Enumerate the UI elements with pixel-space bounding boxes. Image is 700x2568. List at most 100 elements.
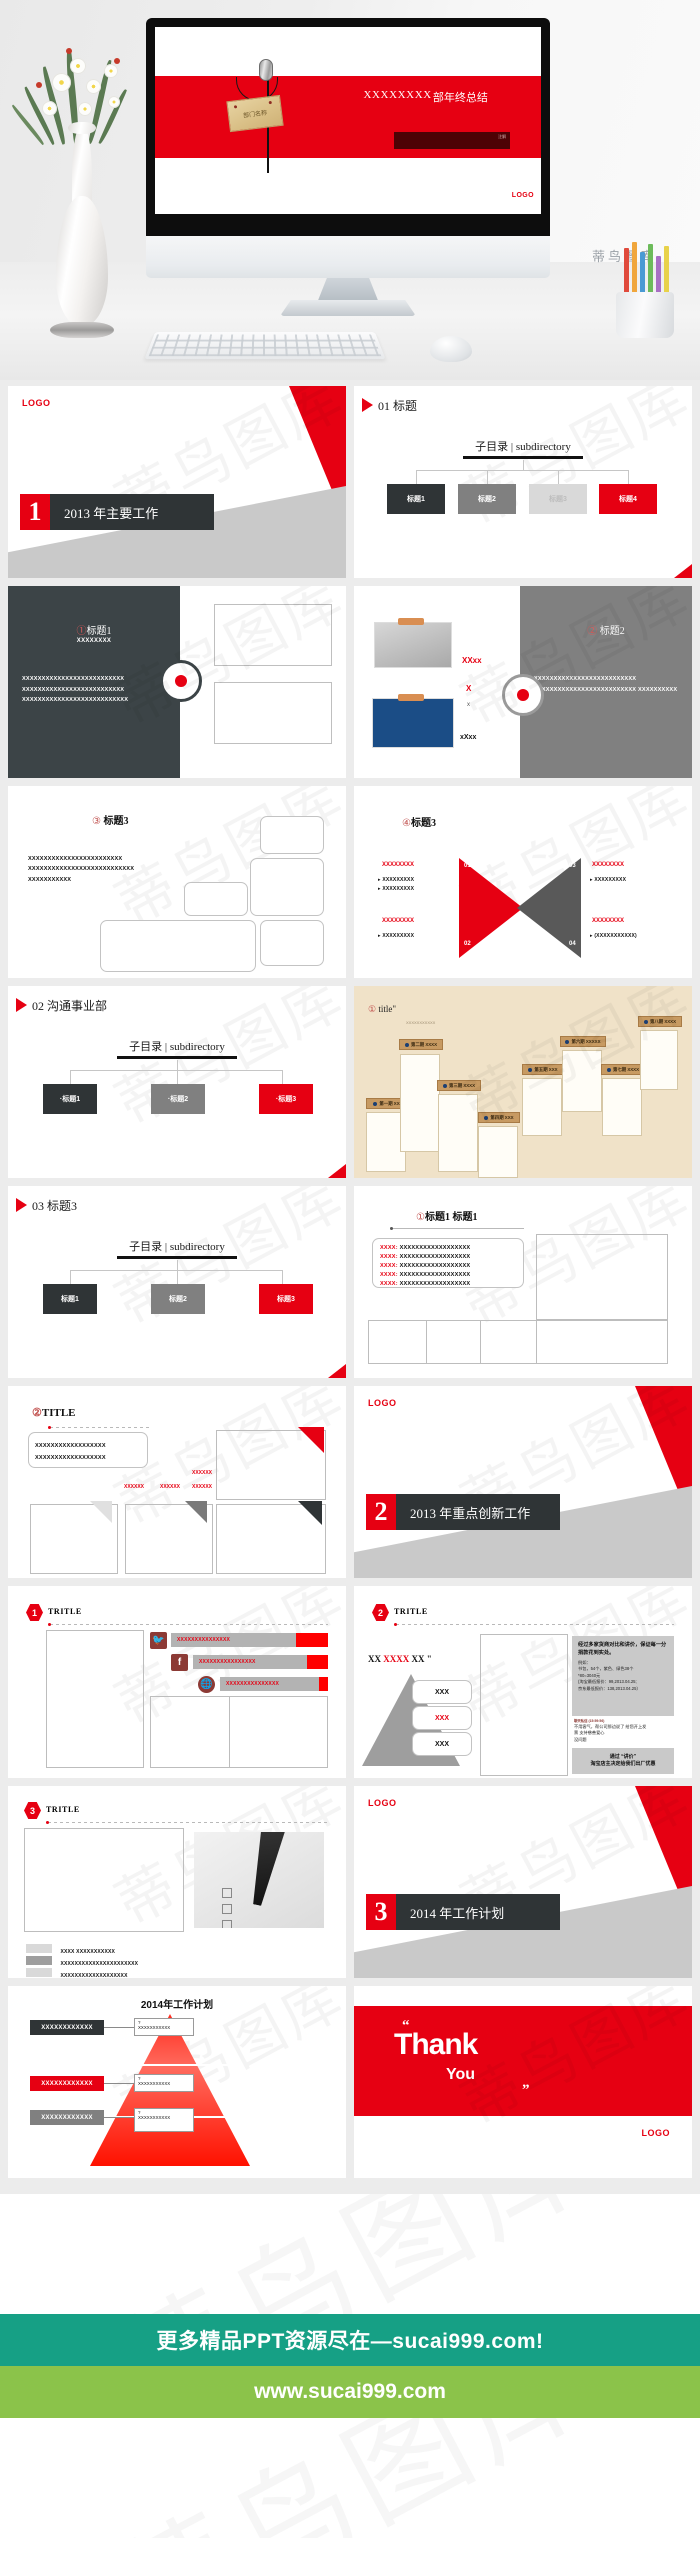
- image-placeholder[interactable]: [46, 1630, 144, 1768]
- plan-box-2[interactable]: ? XXXXXXXXXXX: [134, 2074, 194, 2092]
- timeline-card[interactable]: [640, 1030, 678, 1090]
- content-box[interactable]: [260, 920, 324, 966]
- cover-slide-preview: XXXXXXXX 部年终总结 注解 LOGO 部门名称: [155, 27, 541, 214]
- slide-pen-checklist[interactable]: 蒂鸟图库 3 TRITLE XXXX XXXXXXXXXXX XXXXXXXXX…: [8, 1786, 346, 1978]
- timeline-label-3: 第三期 XXXX: [437, 1080, 481, 1091]
- cover-number: 2: [366, 1494, 396, 1530]
- info-panel-lines: 例如： 书包，54个，紫色、绿色38个 *80=3040元 (淘宝最低报价：99…: [578, 1659, 641, 1691]
- label-mid: X: [466, 684, 472, 693]
- cover-number: 1: [20, 494, 50, 530]
- cover-number: 3: [366, 1894, 396, 1930]
- hero-logo: LOGO: [511, 192, 534, 200]
- pyramid-step-1[interactable]: XXX: [412, 1680, 472, 1704]
- slide-pyramid-plan[interactable]: 蒂鸟图库 2014年工作计划 XXXXXXXXXXXX XXXXXXXXXXXX…: [8, 1986, 346, 2178]
- slide-row: 蒂鸟图库 3 TRITLE XXXX XXXXXXXXXXX XXXXXXXXX…: [8, 1786, 692, 1978]
- banner-promo[interactable]: 更多精品PPT资源尽在—sucai999.com!: [0, 2314, 700, 2366]
- slide-bowtie[interactable]: 蒂鸟图库 ④标题3 01 02 03 04 XXXXXXXX ▸ XXXXXXX…: [354, 786, 692, 978]
- thumbnail-design[interactable]: [374, 622, 452, 668]
- timeline-card[interactable]: [602, 1078, 642, 1136]
- info-box[interactable]: XXXX: XXXXXXXXXXXXXXXXXX XXXX: XXXXXXXXX…: [372, 1238, 524, 1288]
- panel-subtitle: XXXXXXXX: [76, 638, 112, 644]
- tree-node-1[interactable]: ·标题1: [43, 1084, 97, 1114]
- image-placeholder[interactable]: [214, 604, 332, 666]
- panel-heading: ① title": [368, 1004, 396, 1015]
- slide-social[interactable]: 蒂鸟图库 1 TRITLE 🐦 XXXXXXXXXXXXXXX f XXXXXX…: [8, 1586, 346, 1778]
- image-placeholder[interactable]: [536, 1234, 668, 1320]
- ribbon-gray: [185, 1501, 207, 1523]
- slide-rounded-boxes[interactable]: 蒂鸟图库 ③ 标题3 XXXXXXXXXXXXXXXXXXXXXXXX XXXX…: [8, 786, 346, 978]
- slide-directory-02[interactable]: 蒂鸟图库 02 沟通事业部 子目录 | subdirectory ·标题1 ·标…: [8, 986, 346, 1178]
- step-number: 3: [24, 1802, 41, 1819]
- tree-node-3[interactable]: ·标题3: [259, 1084, 313, 1114]
- timeline-label-2: 第二期 XXXX: [399, 1039, 443, 1050]
- slide-directory-03[interactable]: 蒂鸟图库 03 标题3 子目录 | subdirectory 标题1 标题2 标…: [8, 1186, 346, 1378]
- title-rule: [117, 1056, 237, 1059]
- plan-label-2[interactable]: XXXXXXXXXXXX: [30, 2076, 104, 2091]
- tree-node-2[interactable]: 标题2: [458, 484, 516, 514]
- pyramid-step-2[interactable]: XXX: [412, 1706, 472, 1730]
- decorative-vase: [10, 40, 142, 340]
- banner-website[interactable]: www.sucai999.com: [0, 2366, 700, 2418]
- timeline-card[interactable]: [522, 1078, 562, 1136]
- timeline-card[interactable]: [438, 1094, 478, 1172]
- tree-node-1[interactable]: 标题1: [387, 484, 445, 514]
- tree-node-2[interactable]: ·标题2: [151, 1084, 205, 1114]
- slide-cover-3[interactable]: LOGO 蒂鸟图库 3 2014 年工作计划: [354, 1786, 692, 1978]
- content-box[interactable]: [250, 858, 324, 916]
- content-box[interactable]: [260, 816, 324, 854]
- timeline-label-6: 第六期 XXXXX: [560, 1036, 606, 1047]
- slide-row: 蒂鸟图库 ③ 标题3 XXXXXXXXXXXXXXXXXXXXXXXX XXXX…: [8, 786, 692, 978]
- slide-pyramid-detail[interactable]: 蒂鸟图库 2 TRITLE XX XXXX XX " XXX XXX XXX 经…: [354, 1586, 692, 1778]
- plan-label-3[interactable]: XXXXXXXXXXXX: [30, 2110, 104, 2125]
- slide-title-corners[interactable]: 蒂鸟图库 ②TITLE XXXXXXXXXXXXXXXXXXXXXXXXXXXX…: [8, 1386, 346, 1578]
- twitter-bird-icon[interactable]: 🐦: [150, 1632, 167, 1649]
- slide-table[interactable]: 蒂鸟图库 ①标题1 标题1 XXXX: XXXXXXXXXXXXXXXXXX X…: [354, 1186, 692, 1378]
- content-box[interactable]: [100, 920, 256, 972]
- bowtie-num-02: 02: [464, 941, 471, 947]
- chat-label: 聊天私信 (15:59:56): [574, 1719, 605, 1723]
- plan-box-1[interactable]: ? XXXXXXXXXXX: [134, 2018, 194, 2036]
- facebook-f-icon[interactable]: f: [171, 1654, 188, 1671]
- note-box[interactable]: XXXXXXXXXXXXXXXXXX XXXXXXXXXXXXXXXXXX: [28, 1432, 148, 1468]
- slide-gray-panel[interactable]: ② 标题2 XXXXXXXXXXXXXXXXXXXXXXXXXX XXXXXXX…: [354, 586, 692, 778]
- pyramid-step-3[interactable]: XXX: [412, 1732, 472, 1756]
- timeline-card[interactable]: [562, 1050, 602, 1112]
- image-placeholder[interactable]: [214, 682, 332, 744]
- tree-connector: [70, 1270, 71, 1284]
- title-rule: [117, 1256, 237, 1259]
- panel-heading-text: 标题1: [86, 626, 112, 637]
- monitor-base: [146, 236, 550, 278]
- tree-node-3[interactable]: 标题3: [529, 484, 587, 514]
- slide-thank-you[interactable]: “ Thank You ” LOGO 蒂鸟图库: [354, 1986, 692, 2178]
- image-placeholder[interactable]: [24, 1828, 184, 1932]
- image-placeholder[interactable]: [480, 1634, 568, 1776]
- panel-heading: ③ 标题3: [92, 812, 128, 827]
- watermark: 蒂鸟图库: [99, 986, 346, 1141]
- tree-node-3[interactable]: 标题3: [259, 1284, 313, 1314]
- data-table[interactable]: [368, 1320, 668, 1364]
- plan-label-1[interactable]: XXXXXXXXXXXX: [30, 2020, 104, 2035]
- thumbnail-ps[interactable]: [372, 698, 454, 748]
- tree-node-1[interactable]: 标题1: [43, 1284, 97, 1314]
- watermark: 蒂鸟图库: [445, 386, 692, 541]
- panel-body: XXXXXXXXXXXXXXXXXXXXXXXXXX XXXXXXXXXXXXX…: [22, 676, 129, 704]
- globe-icon[interactable]: 🌐: [198, 1676, 215, 1693]
- content-box[interactable]: [184, 882, 248, 916]
- slide-dark-panel[interactable]: ①标题1 XXXXXXXX XXXXXXXXXXXXXXXXXXXXXXXXXX…: [8, 586, 346, 778]
- slide-directory-01[interactable]: 蒂鸟图库 01 标题 子目录 | subdirectory 标题1 标题2 标题…: [354, 386, 692, 578]
- info-panel-title: 经过多家货商对比和讲价，保证每一分捐款花到实处。: [578, 1642, 667, 1656]
- slide-cover-1[interactable]: LOGO 蒂鸟图库 1 2013 年主要工作: [8, 386, 346, 578]
- timeline-card[interactable]: [478, 1126, 518, 1178]
- tree-node-4[interactable]: 标题4: [599, 484, 657, 514]
- timeline-card[interactable]: [400, 1054, 440, 1152]
- thank-you-main: Thank: [394, 2028, 478, 2061]
- quadrant-2-title: XXXXXXXX: [382, 918, 415, 924]
- slide-cover-2[interactable]: LOGO 蒂鸟图库 2 2013 年重点创新工作: [354, 1386, 692, 1578]
- tree-node-2[interactable]: 标题2: [151, 1284, 205, 1314]
- panel-heading: ②TITLE: [32, 1406, 76, 1419]
- image-placeholder[interactable]: [150, 1696, 328, 1768]
- plan-box-3[interactable]: ? XXXXXXXXXXX: [134, 2108, 194, 2132]
- panel-heading-text: TRITLE: [394, 1607, 428, 1616]
- cover-title: 2013 年重点创新工作: [396, 1494, 560, 1530]
- slide-vintage-timeline[interactable]: ① title" XXXXXXXXXXX 第一期 XXX 第二期 XXXX 第三…: [354, 986, 692, 1178]
